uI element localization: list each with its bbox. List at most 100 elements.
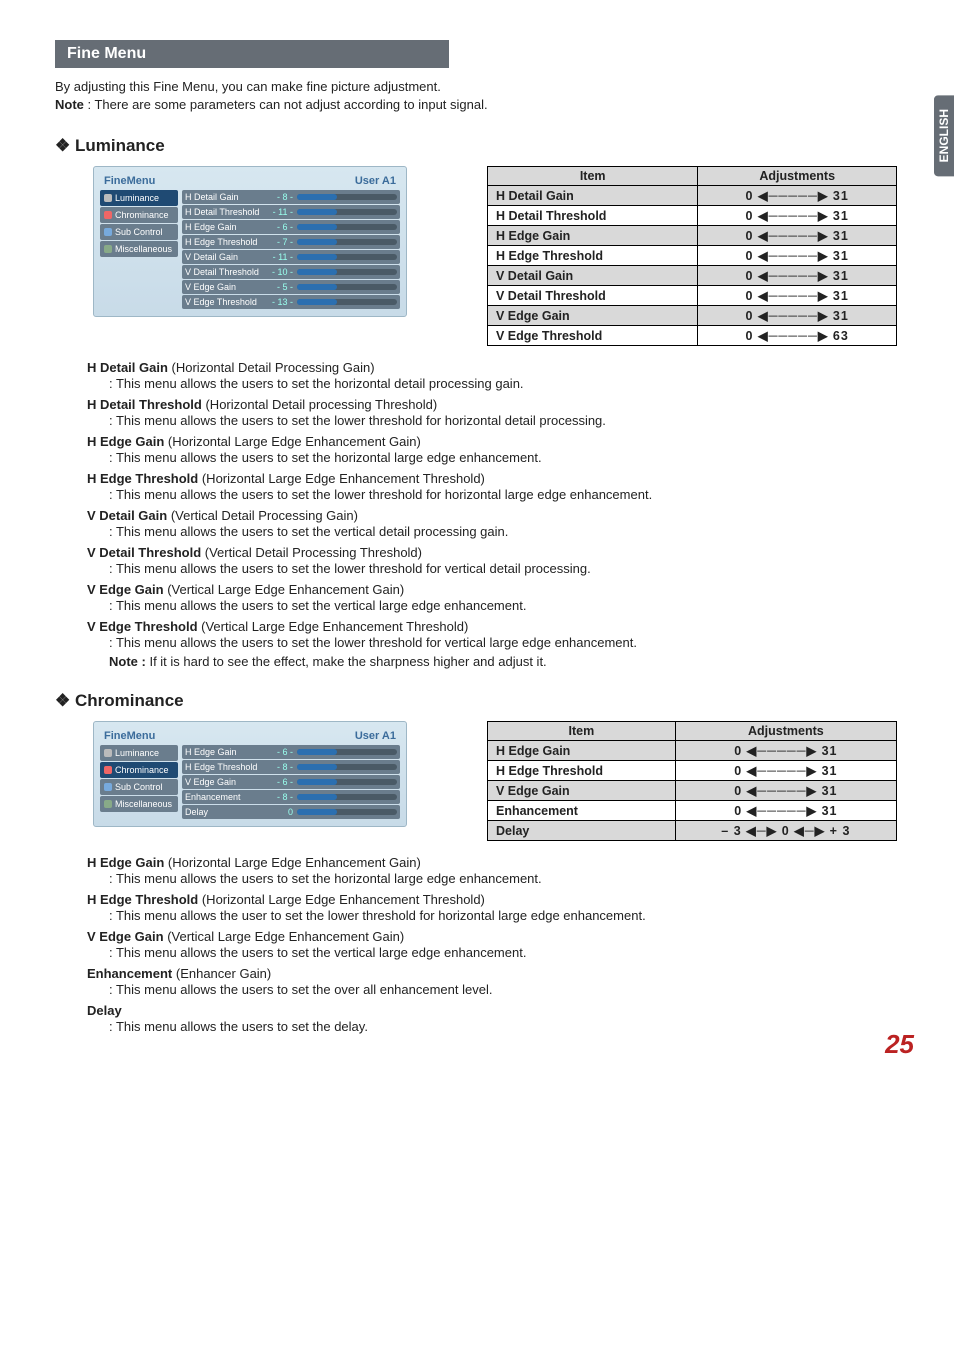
osd-item-name: H Detail Gain	[185, 192, 265, 202]
osd-item-name: V Edge Threshold	[185, 297, 265, 307]
definition-term: H Edge Gain	[87, 855, 164, 870]
definition-desc: : This menu allows the users to set the …	[109, 561, 899, 576]
table-row: V Edge Gain0 ◀─────▶ 31	[488, 306, 897, 326]
definition-sub: (Horizontal Large Edge Enhancement Gain)	[164, 434, 421, 449]
osd-slider-item[interactable]: V Edge Gain- 6 -	[182, 775, 400, 789]
osd-slider-item[interactable]: H Edge Threshold- 7 -	[182, 235, 400, 249]
definition-term: H Edge Threshold	[87, 471, 198, 486]
definition-item: H Detail Threshold (Horizontal Detail pr…	[87, 397, 899, 412]
osd-list-2: H Edge Gain- 6 - H Edge Threshold - 8 - V E…	[182, 744, 400, 820]
osd-tab-subcontrol[interactable]: Sub Control	[100, 224, 178, 240]
osd-item-value: - 10 -	[269, 267, 293, 277]
osd-slider-item[interactable]: H Detail Gain- 8 -	[182, 190, 400, 204]
osd-item-value: - 8 -	[269, 762, 293, 772]
osd-item-name: H Edge Threshold	[185, 237, 265, 247]
table-row: H Edge Gain0 ◀─────▶ 31	[488, 741, 897, 761]
slider-icon[interactable]	[297, 749, 397, 755]
osd-item-name: H Edge Threshold	[185, 762, 265, 772]
slider-icon[interactable]	[297, 299, 397, 305]
slider-icon[interactable]	[297, 239, 397, 245]
osd-tab-chrominance[interactable]: Chrominance	[100, 762, 178, 778]
osd-tab-miscellaneous[interactable]: Miscellaneous	[100, 796, 178, 812]
osd-slider-item[interactable]: Enhancement- 8 -	[182, 790, 400, 804]
definition-item: H Detail Gain (Horizontal Detail Process…	[87, 360, 899, 375]
osd-item-value: - 11 -	[269, 207, 293, 217]
osd-list-1: H Detail Gain- 8 -H Detail Threshold- 11…	[182, 189, 400, 310]
osd-tab-label: Luminance	[115, 193, 159, 203]
table-row: V Detail Threshold0 ◀─────▶ 31	[488, 286, 897, 306]
definition-desc: : This menu allows the users to set the …	[109, 945, 899, 960]
slider-icon[interactable]	[297, 284, 397, 290]
definition-desc: : This menu allows the users to set the …	[109, 524, 899, 539]
osd-tab-label: Sub Control	[115, 227, 163, 237]
osd-luminance: FineMenu User A1 Luminance Chrominance S…	[93, 166, 407, 317]
osd-item-value: - 5 -	[269, 282, 293, 292]
slider-icon[interactable]	[297, 209, 397, 215]
osd-slider-item[interactable]: Delay0	[182, 805, 400, 819]
slider-icon[interactable]	[297, 794, 397, 800]
osd-slider-item[interactable]: H Edge Gain- 6 -	[182, 220, 400, 234]
definition-term: V Edge Threshold	[87, 619, 198, 634]
osd-item-name: V Edge Gain	[185, 777, 265, 787]
cell-item: V Edge Gain	[488, 306, 698, 326]
osd-tab-luminance[interactable]: Luminance	[100, 190, 178, 206]
slider-icon[interactable]	[297, 269, 397, 275]
chrominance-icon	[104, 766, 112, 774]
osd-slider-item[interactable]: H Edge Threshold - 8 -	[182, 760, 400, 774]
definition-desc: : This menu allows the user to set the l…	[109, 908, 899, 923]
definition-sub: (Vertical Large Edge Enhancement Gain)	[164, 929, 405, 944]
cell-adjustment: 0 ◀─────▶ 31	[698, 226, 897, 246]
slider-icon[interactable]	[297, 779, 397, 785]
cell-adjustment: 0 ◀─────▶ 31	[675, 801, 896, 821]
osd-tab-miscellaneous[interactable]: Miscellaneous	[100, 241, 178, 257]
subcontrol-icon	[104, 783, 112, 791]
intro-text: By adjusting this Fine Menu, you can mak…	[55, 78, 899, 114]
osd-tab-label: Miscellaneous	[115, 244, 172, 254]
osd-slider-item[interactable]: H Detail Threshold- 11 -	[182, 205, 400, 219]
osd-slider-item[interactable]: V Edge Gain- 5 -	[182, 280, 400, 294]
definition-term: Delay	[87, 1003, 122, 1018]
cell-item: Enhancement	[488, 801, 676, 821]
subcontrol-icon	[104, 228, 112, 236]
osd-slider-item[interactable]: V Detail Threshold- 10 -	[182, 265, 400, 279]
osd-tab-subcontrol[interactable]: Sub Control	[100, 779, 178, 795]
luminance-icon	[104, 749, 112, 757]
definition-desc: : This menu allows the users to set the …	[109, 598, 899, 613]
cell-item: H Edge Threshold	[488, 246, 698, 266]
slider-icon[interactable]	[297, 224, 397, 230]
definition-sub: (Horizontal Detail Processing Gain)	[168, 360, 375, 375]
cell-item: V Detail Threshold	[488, 286, 698, 306]
cell-item: V Edge Gain	[488, 781, 676, 801]
cell-item: V Edge Threshold	[488, 326, 698, 346]
slider-icon[interactable]	[297, 194, 397, 200]
slider-icon[interactable]	[297, 764, 397, 770]
osd-tab-label: Chrominance	[115, 765, 169, 775]
slider-icon[interactable]	[297, 809, 397, 815]
osd-slider-item[interactable]: H Edge Gain- 6 -	[182, 745, 400, 759]
cell-adjustment: 0 ◀─────▶ 31	[675, 741, 896, 761]
definition-desc: : This menu allows the users to set the …	[109, 487, 899, 502]
osd-item-value: - 6 -	[269, 222, 293, 232]
osd-item-name: H Edge Gain	[185, 747, 265, 757]
cell-adjustment: 0 ◀─────▶ 31	[698, 306, 897, 326]
cell-item: H Edge Threshold	[488, 761, 676, 781]
definition-term: H Edge Gain	[87, 434, 164, 449]
osd-slider-item[interactable]: V Detail Gain- 11 -	[182, 250, 400, 264]
osd-tab-label: Miscellaneous	[115, 799, 172, 809]
osd-tab-luminance[interactable]: Luminance	[100, 745, 178, 761]
definition-item: V Edge Threshold (Vertical Large Edge En…	[87, 619, 899, 634]
osd-slider-item[interactable]: V Edge Threshold- 13 -	[182, 295, 400, 309]
definition-term: H Edge Threshold	[87, 892, 198, 907]
osd-title: FineMenu	[104, 730, 155, 742]
table-row: H Edge Gain0 ◀─────▶ 31	[488, 226, 897, 246]
slider-icon[interactable]	[297, 254, 397, 260]
osd-chrominance: FineMenu User A1 Luminance Chrominance S…	[93, 721, 407, 827]
osd-tab-chrominance[interactable]: Chrominance	[100, 207, 178, 223]
definition-item: Enhancement (Enhancer Gain)	[87, 966, 899, 981]
definition-sub: (Horizontal Detail processing Threshold)	[202, 397, 437, 412]
cell-adjustment: 0 ◀─────▶ 31	[698, 246, 897, 266]
section-chrominance: Chrominance	[55, 691, 899, 711]
definition-sub: (Enhancer Gain)	[172, 966, 271, 981]
th-adj: Adjustments	[698, 167, 897, 186]
section-luminance: Luminance	[55, 136, 899, 156]
